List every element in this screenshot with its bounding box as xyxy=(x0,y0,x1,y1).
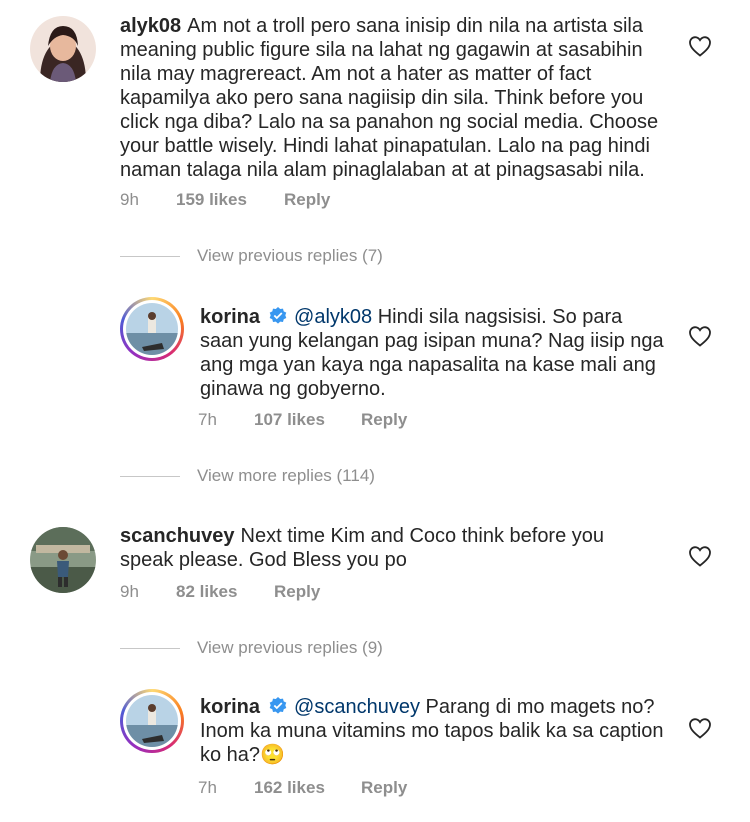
likes-count[interactable]: 107 likes xyxy=(254,410,361,430)
comment-text: scanchuvey Next time Kim and Coco think b… xyxy=(120,524,660,572)
reply-button[interactable]: Reply xyxy=(284,190,330,210)
reply-button[interactable]: Reply xyxy=(361,778,407,798)
comment-time: 7h xyxy=(198,778,217,797)
heart-icon[interactable] xyxy=(688,545,712,567)
comment-meta: 7h 162 likes Reply xyxy=(198,778,407,798)
likes-count[interactable]: 159 likes xyxy=(176,190,284,210)
comment-meta: 9h 82 likes Reply xyxy=(120,582,320,602)
replies-divider xyxy=(120,256,180,257)
likes-count[interactable]: 82 likes xyxy=(176,582,274,602)
verified-badge-icon xyxy=(269,697,287,714)
comment-text: korina @scanchuvey Parang di mo magets no… xyxy=(200,695,670,767)
avatar-korina[interactable] xyxy=(120,297,184,361)
username[interactable]: korina xyxy=(200,696,260,718)
view-previous-replies-button[interactable]: View previous replies (9) xyxy=(197,638,383,658)
replies-divider xyxy=(120,476,180,477)
comment-time: 9h xyxy=(120,582,139,601)
heart-icon[interactable] xyxy=(688,35,712,57)
view-previous-replies-button[interactable]: View previous replies (7) xyxy=(197,246,383,266)
likes-count[interactable]: 162 likes xyxy=(254,778,361,798)
comment-text: korina @alyk08 Hindi sila nagsisisi. So p… xyxy=(200,305,670,401)
username[interactable]: korina xyxy=(200,306,260,328)
comment-time: 7h xyxy=(198,410,217,429)
avatar-korina[interactable] xyxy=(120,689,184,753)
verified-badge-icon xyxy=(269,307,287,324)
reply-button[interactable]: Reply xyxy=(274,582,320,602)
heart-icon[interactable] xyxy=(688,325,712,347)
heart-icon[interactable] xyxy=(688,717,712,739)
comment-meta: 7h 107 likes Reply xyxy=(198,410,407,430)
replies-divider xyxy=(120,648,180,649)
username[interactable]: scanchuvey xyxy=(120,525,235,547)
username[interactable]: alyk08 xyxy=(120,15,181,37)
comment-text: alyk08 Am not a troll pero sana inisip di… xyxy=(120,14,660,182)
avatar-alyk08[interactable] xyxy=(30,16,96,82)
mention-link[interactable]: @alyk08 xyxy=(294,306,372,328)
view-more-replies-button[interactable]: View more replies (114) xyxy=(197,466,375,486)
avatar-scanchuvey[interactable] xyxy=(30,527,96,593)
reply-button[interactable]: Reply xyxy=(361,410,407,430)
mention-link[interactable]: @scanchuvey xyxy=(294,696,420,718)
comment-body: Am not a troll pero sana inisip din nila… xyxy=(120,15,659,181)
comment-time: 9h xyxy=(120,190,139,209)
comment-meta: 9h 159 likes Reply xyxy=(120,190,330,210)
